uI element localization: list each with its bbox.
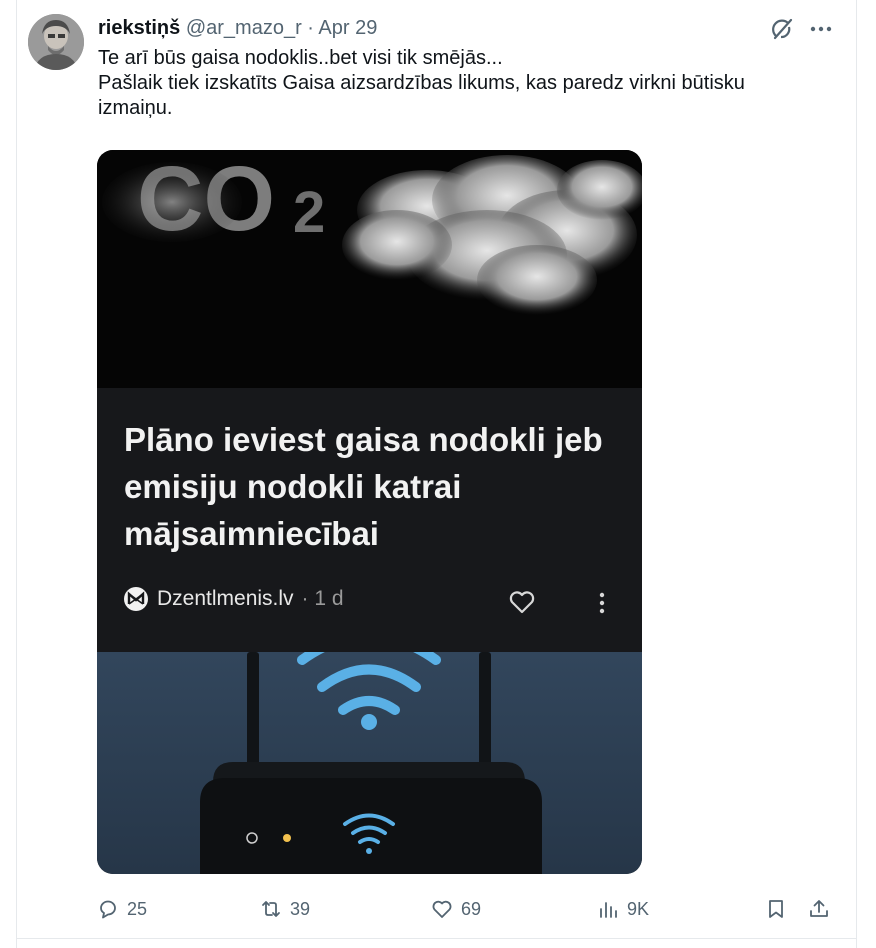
frame-right-border xyxy=(856,0,857,948)
news-source[interactable]: Dzentlmenis.lv · 1 d xyxy=(123,584,344,614)
repost-button[interactable]: 39 xyxy=(259,894,310,924)
tweet-text: Te arī būs gaisa nodoklis..bet visi tik … xyxy=(98,46,818,121)
reply-button[interactable]: 25 xyxy=(96,894,147,924)
tweet-text-line-1: Te arī būs gaisa nodoklis..bet visi tik … xyxy=(98,47,503,69)
news-headline[interactable]: Plāno ieviest gaisa nodokli jeb emisiju … xyxy=(124,416,624,557)
repost-icon xyxy=(262,901,280,917)
avatar-image xyxy=(28,14,84,70)
repost-count: 39 xyxy=(290,898,311,919)
views-button[interactable]: 9K xyxy=(596,894,649,924)
views-icon xyxy=(600,902,617,918)
kebab-icon[interactable] xyxy=(592,588,612,618)
grok-icon[interactable] xyxy=(767,14,797,44)
co2-subscript: 2 xyxy=(293,180,325,245)
header-separator: · xyxy=(307,17,314,39)
tweet-media-image[interactable]: CO 2 Plāno ieviest gaisa nodokli jeb emi… xyxy=(97,150,642,874)
tweet-header: riekstiņš @ar_mazo_r · Apr 29 xyxy=(98,15,377,41)
author-handle[interactable]: @ar_mazo_r xyxy=(186,17,302,39)
bookmark-button[interactable] xyxy=(764,894,788,924)
router-illustration xyxy=(97,631,642,874)
avatar[interactable] xyxy=(28,14,84,70)
heart-icon[interactable] xyxy=(507,587,537,617)
author-name[interactable]: riekstiņš xyxy=(98,17,180,39)
like-icon xyxy=(432,900,452,918)
wifi-icon xyxy=(297,631,441,715)
like-count: 69 xyxy=(461,898,482,919)
tweet-date[interactable]: Apr 29 xyxy=(318,17,377,39)
reply-count: 25 xyxy=(127,898,148,919)
source-age: · 1 d xyxy=(301,587,344,610)
router-icon xyxy=(200,631,542,874)
reply-icon xyxy=(100,900,116,919)
source-logo-icon xyxy=(124,587,148,611)
views-count: 9K xyxy=(627,898,650,919)
bookmark-icon xyxy=(769,900,783,918)
frame-bottom-border xyxy=(16,938,857,939)
tweet-actions: 25 39 69 9K xyxy=(0,894,876,924)
share-icon xyxy=(810,900,828,917)
more-icon[interactable] xyxy=(806,14,836,44)
source-name: Dzentlmenis.lv xyxy=(157,587,294,610)
co2-smoke-illustration: CO 2 xyxy=(97,150,642,390)
frame-left-border xyxy=(16,0,17,948)
share-button[interactable] xyxy=(807,894,831,924)
tweet-text-line-2: Pašlaik tiek izskatīts Gaisa aizsardzība… xyxy=(98,72,745,119)
like-button[interactable]: 69 xyxy=(430,894,481,924)
